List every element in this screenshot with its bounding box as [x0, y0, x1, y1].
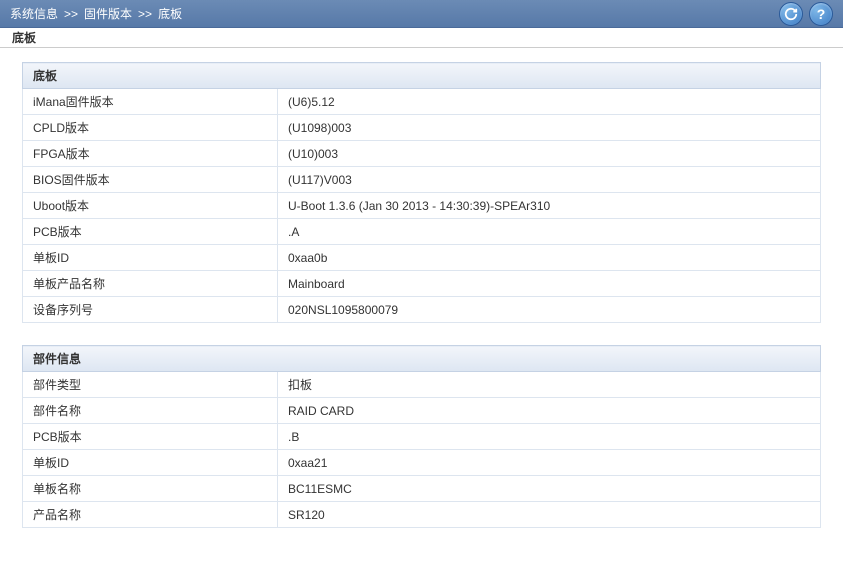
table-header-baseboard: 底板: [23, 63, 821, 89]
row-label: 单板名称: [23, 476, 278, 502]
refresh-icon: [784, 7, 798, 21]
component-table: 部件信息 部件类型 扣板 部件名称 RAID CARD PCB版本 .B 单板I…: [22, 345, 821, 528]
row-value: BC11ESMC: [278, 476, 821, 502]
tab-bar: 底板: [0, 28, 843, 48]
row-label: PCB版本: [23, 219, 278, 245]
table-row: 部件类型 扣板: [23, 372, 821, 398]
table-row: FPGA版本 (U10)003: [23, 141, 821, 167]
row-value: (U117)V003: [278, 167, 821, 193]
row-value: (U6)5.12: [278, 89, 821, 115]
table-row: 设备序列号 020NSL1095800079: [23, 297, 821, 323]
row-label: iMana固件版本: [23, 89, 278, 115]
row-value: 020NSL1095800079: [278, 297, 821, 323]
row-value: .A: [278, 219, 821, 245]
row-value: 0xaa0b: [278, 245, 821, 271]
breadcrumb-item-firmware[interactable]: 固件版本: [84, 5, 132, 22]
row-label: 单板ID: [23, 245, 278, 271]
breadcrumb-item-system[interactable]: 系统信息: [10, 5, 58, 22]
row-value: .B: [278, 424, 821, 450]
table-row: PCB版本 .A: [23, 219, 821, 245]
help-icon: ?: [817, 6, 826, 22]
row-label: FPGA版本: [23, 141, 278, 167]
content-area: 底板 iMana固件版本 (U6)5.12 CPLD版本 (U1098)003 …: [0, 48, 843, 564]
table-row: CPLD版本 (U1098)003: [23, 115, 821, 141]
table-row: iMana固件版本 (U6)5.12: [23, 89, 821, 115]
header-bar: 系统信息 >> 固件版本 >> 底板 ?: [0, 0, 843, 28]
breadcrumb: 系统信息 >> 固件版本 >> 底板: [10, 5, 182, 22]
breadcrumb-item-baseboard[interactable]: 底板: [158, 5, 182, 22]
row-label: 单板产品名称: [23, 271, 278, 297]
breadcrumb-separator: >>: [138, 7, 152, 21]
help-button[interactable]: ?: [809, 2, 833, 26]
row-label: 部件类型: [23, 372, 278, 398]
table-row: PCB版本 .B: [23, 424, 821, 450]
tab-baseboard[interactable]: 底板: [12, 29, 36, 46]
breadcrumb-separator: >>: [64, 7, 78, 21]
table-row: 单板产品名称 Mainboard: [23, 271, 821, 297]
table-row: Uboot版本 U-Boot 1.3.6 (Jan 30 2013 - 14:3…: [23, 193, 821, 219]
row-label: CPLD版本: [23, 115, 278, 141]
row-label: BIOS固件版本: [23, 167, 278, 193]
table-row: 部件名称 RAID CARD: [23, 398, 821, 424]
baseboard-table: 底板 iMana固件版本 (U6)5.12 CPLD版本 (U1098)003 …: [22, 62, 821, 323]
row-label: 单板ID: [23, 450, 278, 476]
refresh-button[interactable]: [779, 2, 803, 26]
row-value: U-Boot 1.3.6 (Jan 30 2013 - 14:30:39)-SP…: [278, 193, 821, 219]
table-row: 产品名称 SR120: [23, 502, 821, 528]
row-value: 扣板: [278, 372, 821, 398]
row-label: 产品名称: [23, 502, 278, 528]
row-value: (U1098)003: [278, 115, 821, 141]
table-row: 单板名称 BC11ESMC: [23, 476, 821, 502]
row-value: SR120: [278, 502, 821, 528]
table-row: 单板ID 0xaa21: [23, 450, 821, 476]
row-value: (U10)003: [278, 141, 821, 167]
row-value: 0xaa21: [278, 450, 821, 476]
row-label: 部件名称: [23, 398, 278, 424]
row-value: Mainboard: [278, 271, 821, 297]
table-row: BIOS固件版本 (U117)V003: [23, 167, 821, 193]
row-label: 设备序列号: [23, 297, 278, 323]
table-header-component: 部件信息: [23, 346, 821, 372]
row-label: Uboot版本: [23, 193, 278, 219]
row-label: PCB版本: [23, 424, 278, 450]
row-value: RAID CARD: [278, 398, 821, 424]
header-icons: ?: [779, 2, 833, 26]
table-row: 单板ID 0xaa0b: [23, 245, 821, 271]
